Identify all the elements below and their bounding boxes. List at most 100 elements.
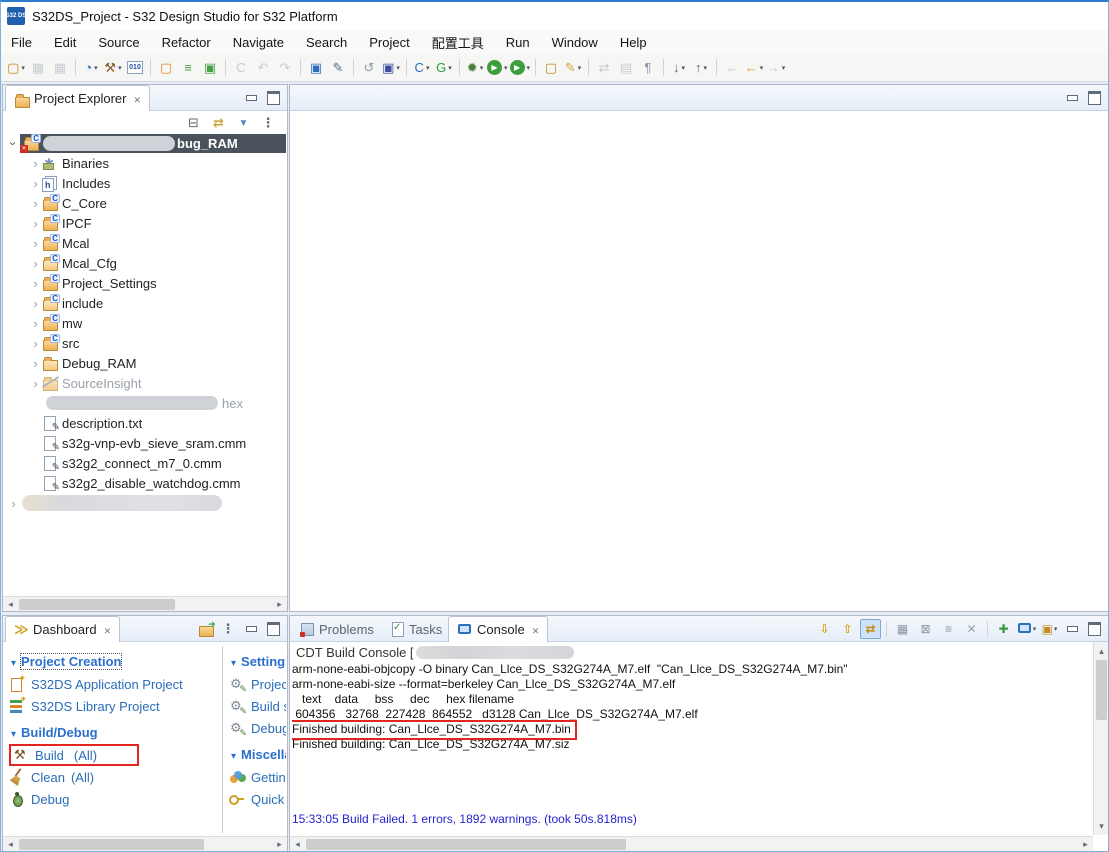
new-screen-icon[interactable]: ▣	[200, 57, 220, 79]
collapse-triangle-icon[interactable]	[231, 747, 236, 762]
menu-file[interactable]: File	[11, 35, 32, 50]
scrollbar-thumb[interactable]	[306, 839, 626, 850]
pin-pen-icon[interactable]: ✎	[328, 57, 348, 79]
scroll-left-icon[interactable]	[3, 837, 18, 852]
link-build-all[interactable]: Build(All)	[9, 744, 139, 766]
minimize-icon[interactable]	[1062, 620, 1082, 638]
dropdown-arrow-icon[interactable]: ▾	[21, 64, 25, 72]
display-selected-console-icon[interactable]: ▾	[1016, 619, 1037, 639]
collapse-triangle-icon[interactable]	[11, 654, 16, 669]
menu-window[interactable]: Window	[552, 35, 598, 50]
tree-item-sieve-sram-cmm[interactable]: s32g-vnp-evb_sieve_sram.cmm	[3, 433, 286, 453]
tree-item-mcal[interactable]: CMcal	[3, 233, 286, 253]
section-build-debug[interactable]: Build/Debug	[11, 725, 217, 740]
new-wizard-icon[interactable]: ▢▾	[6, 57, 26, 79]
example-project-icon[interactable]: G▾	[434, 57, 454, 79]
tree-item-description-txt[interactable]: description.txt	[3, 413, 286, 433]
back-icon[interactable]: ←▾	[744, 57, 764, 79]
link-s32ds-application-project[interactable]: S32DS Application Project	[9, 673, 217, 695]
chevron-expanded-icon[interactable]	[6, 137, 21, 150]
tab-project-explorer[interactable]: Project Explorer	[5, 85, 150, 111]
minimize-icon[interactable]	[1062, 89, 1082, 107]
chevron-right-icon[interactable]	[29, 296, 42, 311]
dropdown-arrow-icon[interactable]: ▾	[760, 64, 764, 72]
prev-annotation-icon[interactable]: ↑▾	[691, 57, 711, 79]
next-annotation-icon[interactable]: ↓▾	[669, 57, 689, 79]
scroll-right-icon[interactable]	[272, 837, 287, 852]
menu-run[interactable]: Run	[506, 35, 530, 50]
dropdown-arrow-icon[interactable]: ▾	[118, 64, 122, 72]
dropdown-arrow-icon[interactable]: ▾	[782, 64, 786, 72]
link-console-icon[interactable]	[860, 619, 881, 639]
horizontal-scrollbar[interactable]	[3, 596, 287, 611]
dropdown-arrow-icon[interactable]: ▾	[396, 64, 400, 72]
import-projects-icon[interactable]	[198, 621, 214, 637]
view-menu-icon[interactable]	[258, 113, 279, 133]
chevron-right-icon[interactable]	[29, 256, 42, 271]
menu-help[interactable]: Help	[620, 35, 647, 50]
probe-icon[interactable]: ✎▾	[563, 57, 583, 79]
link-project-settings[interactable]: Project s	[229, 673, 286, 695]
maximize-icon[interactable]	[263, 620, 283, 638]
tree-item-redacted-hex[interactable]: hex	[3, 393, 286, 413]
dropdown-arrow-icon[interactable]: ▾	[704, 64, 708, 72]
dropdown-arrow-icon[interactable]: ▾	[1033, 625, 1037, 633]
link-quick-access[interactable]: Quick a	[229, 788, 286, 810]
pilcrow-icon[interactable]: ¶	[638, 57, 658, 79]
tree-item-include[interactable]: Cinclude	[3, 293, 286, 313]
tree-item-mw[interactable]: Cmw	[3, 313, 286, 333]
scroll-down-icon[interactable]	[1094, 819, 1109, 833]
build-hammer-icon[interactable]: ⚒▾	[103, 57, 123, 79]
dropdown-arrow-icon[interactable]: ▾	[504, 64, 508, 72]
chevron-right-icon[interactable]	[29, 336, 42, 351]
link-debug-settings[interactable]: Debug s	[229, 717, 286, 739]
run-icon[interactable]: ▶▾	[487, 57, 508, 79]
debug-icon[interactable]: ✹▾	[465, 57, 485, 79]
chevron-right-icon[interactable]	[29, 176, 42, 191]
dropdown-arrow-icon[interactable]: ▾	[1054, 625, 1058, 633]
collapse-triangle-icon[interactable]	[231, 654, 236, 669]
open-console-icon[interactable]: ▾	[1039, 619, 1060, 639]
scroll-left-icon[interactable]	[290, 837, 305, 852]
tree-item-src[interactable]: Csrc	[3, 333, 286, 353]
menu-navigate[interactable]: Navigate	[233, 35, 284, 50]
tree-item-sourceinsight[interactable]: SourceInsight	[3, 373, 286, 393]
link-with-editor-icon[interactable]	[208, 113, 229, 133]
chevron-right-icon[interactable]	[29, 216, 42, 231]
dropdown-arrow-icon[interactable]: ▾	[94, 64, 98, 72]
chevron-right-icon[interactable]	[29, 316, 42, 331]
tree-item-c-core[interactable]: CC_Core	[3, 193, 286, 213]
tab-console[interactable]: Console	[448, 616, 548, 642]
close-icon[interactable]	[102, 622, 112, 637]
clear-console-icon[interactable]	[961, 619, 982, 639]
scroll-left-icon[interactable]	[3, 597, 18, 612]
chevron-right-icon[interactable]	[29, 156, 42, 171]
maximize-icon[interactable]	[263, 89, 283, 107]
chevron-right-icon[interactable]	[29, 376, 42, 391]
reset-target-icon[interactable]: ↺	[359, 57, 379, 79]
dropdown-arrow-icon[interactable]: ▾	[426, 64, 430, 72]
menu-refactor[interactable]: Refactor	[162, 35, 211, 50]
console-output[interactable]: arm-none-eabi-objcopy -O binary Can_Llce…	[292, 662, 1092, 835]
word-wrap-icon[interactable]	[938, 619, 959, 639]
menu-edit[interactable]: Edit	[54, 35, 76, 50]
profile-icon[interactable]: ▶▾	[510, 57, 531, 79]
scrollbar-thumb[interactable]	[19, 599, 175, 610]
dropdown-arrow-icon[interactable]: ▾	[480, 64, 484, 72]
view-menu-icon[interactable]	[218, 619, 239, 639]
tab-tasks[interactable]: Tasks	[382, 616, 450, 642]
new-c-project-icon[interactable]: C▾	[412, 57, 432, 79]
chevron-right-icon[interactable]	[29, 196, 42, 211]
maximize-icon[interactable]	[1084, 620, 1104, 638]
back-disabled-icon[interactable]: ←	[722, 57, 742, 79]
link-s32ds-library-project[interactable]: S32DS Library Project	[9, 695, 217, 717]
menu-search[interactable]: Search	[306, 35, 347, 50]
link-debug[interactable]: Debug	[9, 788, 217, 810]
menu-source[interactable]: Source	[98, 35, 139, 50]
config-chip-icon[interactable]: ▣▾	[381, 57, 401, 79]
link-clean-all[interactable]: Clean(All)	[9, 766, 217, 788]
chevron-right-icon[interactable]	[29, 236, 42, 251]
collapse-triangle-icon[interactable]	[11, 725, 16, 740]
menu-project[interactable]: Project	[369, 35, 409, 50]
tree-item-project-root[interactable]: C bug_RAM	[3, 133, 286, 153]
